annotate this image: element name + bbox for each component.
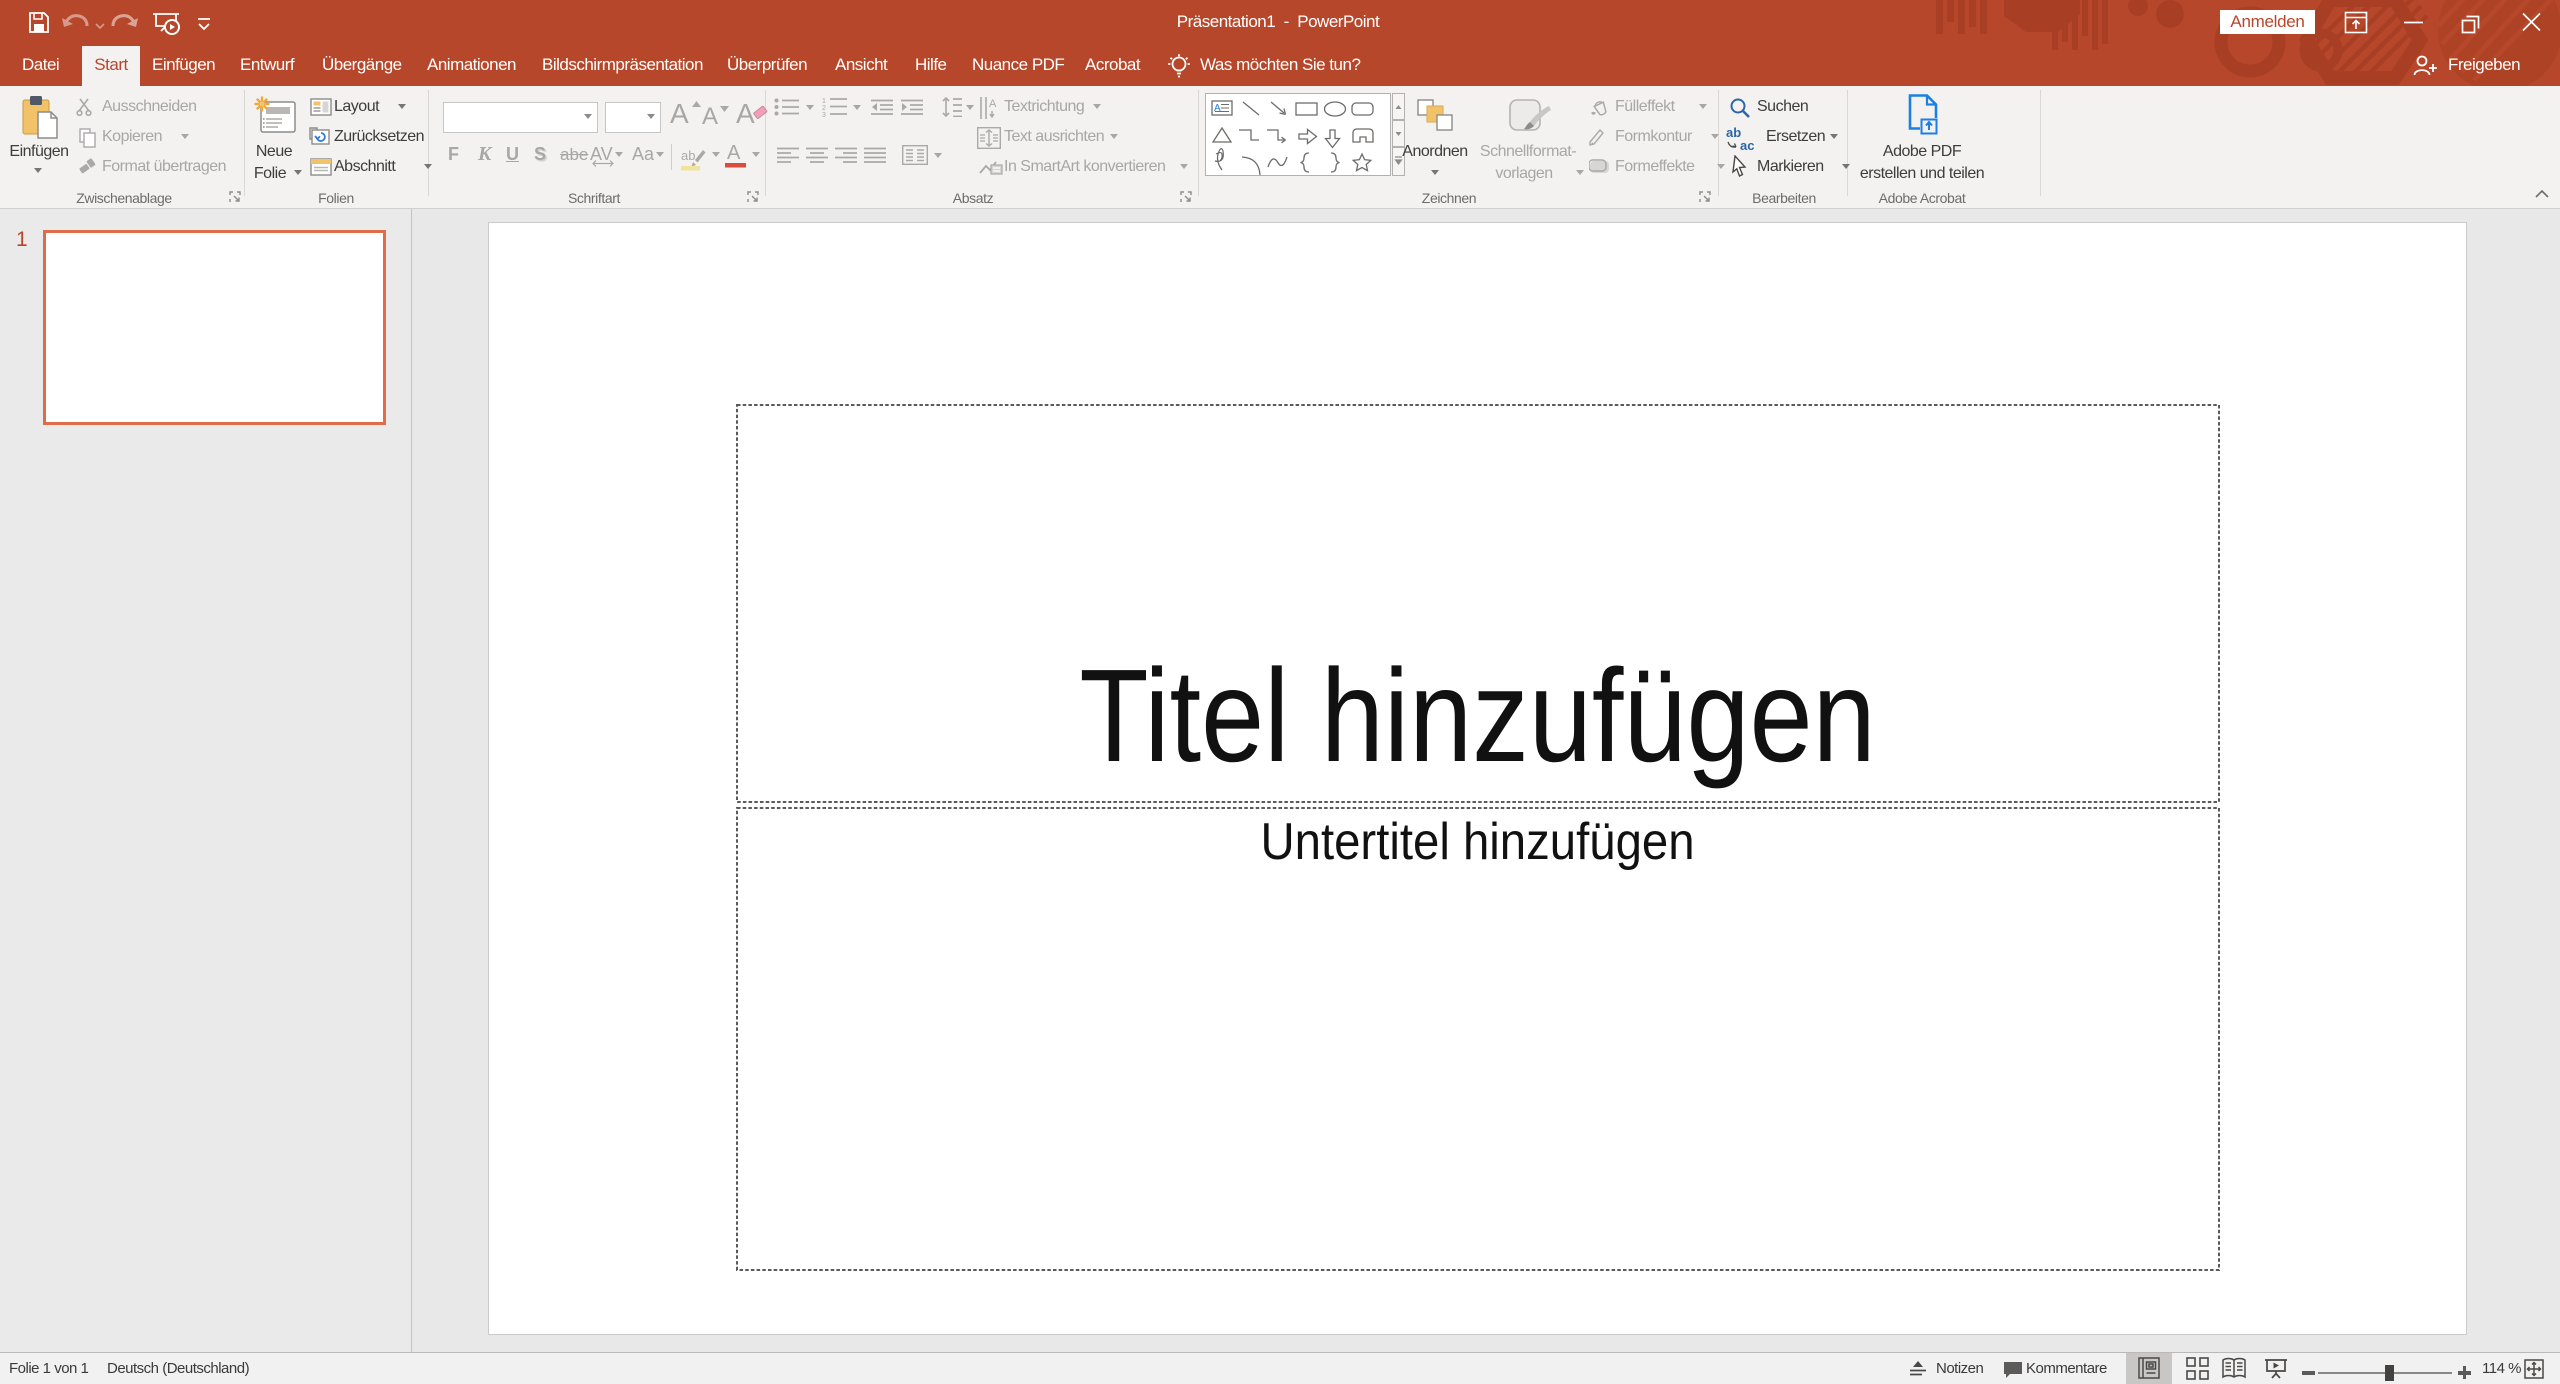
svg-text:ac: ac xyxy=(1740,138,1754,152)
svg-text:A: A xyxy=(1214,103,1221,114)
svg-text:ab: ab xyxy=(1726,126,1741,140)
svg-text:2: 2 xyxy=(822,105,826,112)
svg-text:3: 3 xyxy=(822,112,826,118)
svg-text:A: A xyxy=(989,98,997,110)
svg-text:1: 1 xyxy=(822,98,826,105)
svg-text:ab: ab xyxy=(681,149,695,163)
